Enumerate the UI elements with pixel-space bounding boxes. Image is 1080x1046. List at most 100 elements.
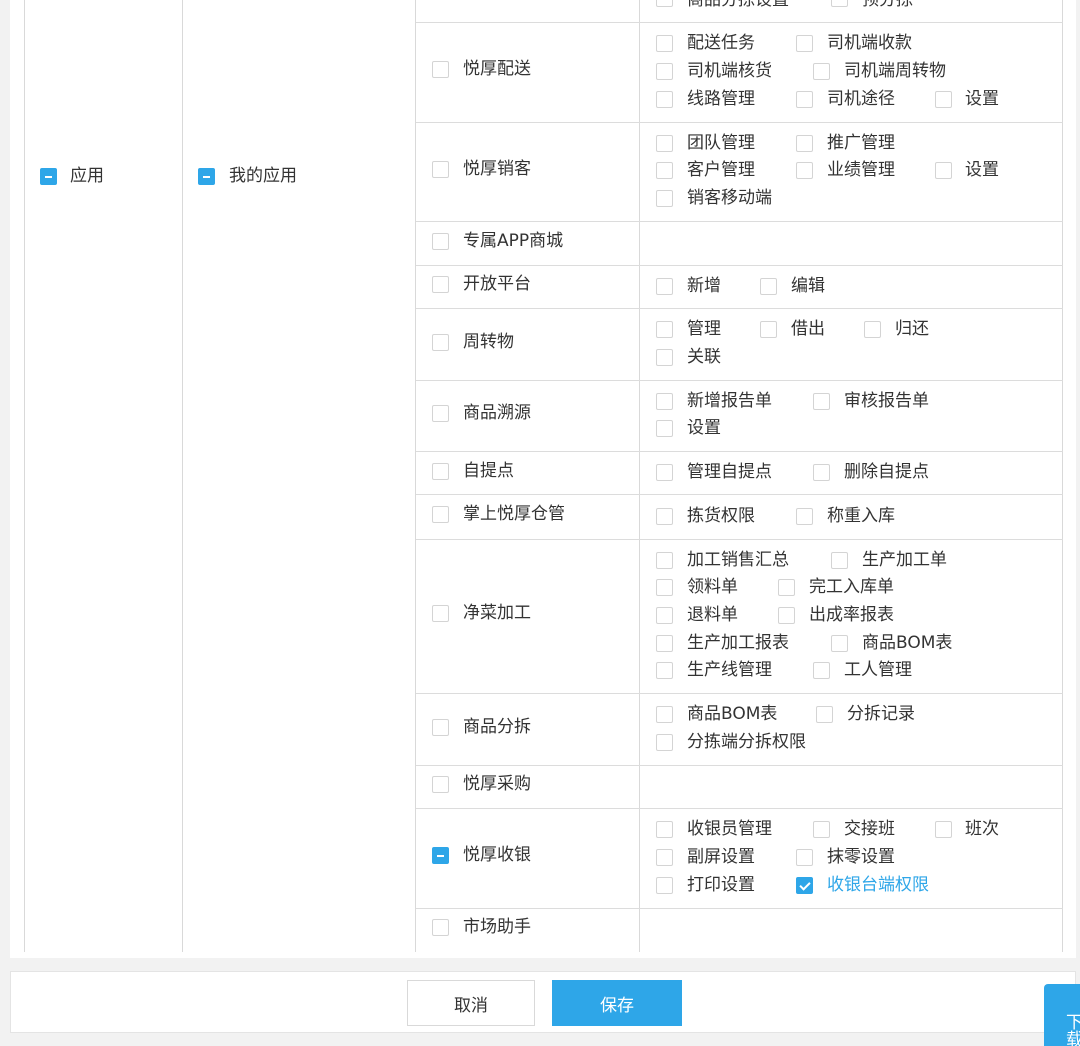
row-divider bbox=[416, 494, 1063, 495]
perm-checkbox[interactable] bbox=[656, 349, 673, 366]
perm-checkbox[interactable] bbox=[656, 35, 673, 52]
perm-checkbox[interactable] bbox=[656, 706, 673, 723]
perm-label: 新增 bbox=[687, 276, 721, 296]
perm-checkbox[interactable] bbox=[656, 464, 673, 481]
perm-checkbox[interactable] bbox=[656, 607, 673, 624]
module-checkbox[interactable] bbox=[432, 334, 449, 351]
perm-label: 设置 bbox=[687, 418, 721, 438]
perm-checkbox[interactable] bbox=[656, 635, 673, 652]
perm-checkbox[interactable] bbox=[656, 321, 673, 338]
category-label-app: 应用 bbox=[70, 166, 104, 186]
perm-checkbox[interactable] bbox=[656, 849, 673, 866]
perm-label: 设置 bbox=[965, 160, 999, 180]
perm-checkbox[interactable] bbox=[796, 35, 813, 52]
row-divider bbox=[416, 380, 1063, 381]
module-checkbox[interactable] bbox=[432, 405, 449, 422]
perm-label: 交接班 bbox=[844, 819, 895, 839]
perm-checkbox[interactable] bbox=[864, 321, 881, 338]
perm-checkbox[interactable] bbox=[760, 278, 777, 295]
perm-checkbox[interactable] bbox=[816, 706, 833, 723]
column-divider bbox=[24, 0, 25, 952]
module-label: 悦厚收银 bbox=[463, 845, 531, 865]
perm-checkbox-checked[interactable] bbox=[796, 877, 813, 894]
module-label: 商品分拆 bbox=[463, 717, 531, 737]
column-divider bbox=[1062, 0, 1063, 952]
perm-checkbox[interactable] bbox=[935, 91, 952, 108]
perm-label: 生产加工单 bbox=[862, 550, 947, 570]
perm-checkbox[interactable] bbox=[656, 135, 673, 152]
perm-checkbox[interactable] bbox=[778, 579, 795, 596]
perm-checkbox[interactable] bbox=[778, 607, 795, 624]
perm-label: 分拣端分拆权限 bbox=[687, 732, 806, 752]
module-checkbox[interactable] bbox=[432, 506, 449, 523]
download-side-tab[interactable]: 下载 bbox=[1044, 984, 1080, 1046]
perm-checkbox[interactable] bbox=[656, 508, 673, 525]
perm-checkbox[interactable] bbox=[656, 877, 673, 894]
module-checkbox[interactable] bbox=[432, 605, 449, 622]
perm-checkbox[interactable] bbox=[656, 162, 673, 179]
perm-checkbox[interactable] bbox=[656, 821, 673, 838]
perm-label: 借出 bbox=[791, 319, 825, 339]
perm-label: 退料单 bbox=[687, 605, 738, 625]
perm-checkbox[interactable] bbox=[760, 321, 777, 338]
perm-checkbox[interactable] bbox=[656, 0, 673, 7]
perm-checkbox[interactable] bbox=[813, 63, 830, 80]
row-divider bbox=[416, 808, 1063, 809]
save-button[interactable]: 保存 bbox=[552, 980, 682, 1026]
category-checkbox-app[interactable] bbox=[40, 168, 57, 185]
row-divider bbox=[416, 908, 1063, 909]
perm-checkbox[interactable] bbox=[656, 63, 673, 80]
perm-checkbox[interactable] bbox=[656, 393, 673, 410]
perm-checkbox[interactable] bbox=[796, 508, 813, 525]
perm-checkbox[interactable] bbox=[796, 162, 813, 179]
perm-checkbox[interactable] bbox=[935, 162, 952, 179]
module-label: 掌上悦厚仓管 bbox=[463, 504, 565, 524]
subcategory-checkbox-my-apps[interactable] bbox=[198, 168, 215, 185]
perm-checkbox[interactable] bbox=[813, 464, 830, 481]
module-label: 悦厚销客 bbox=[463, 159, 531, 179]
cancel-button[interactable]: 取消 bbox=[407, 980, 535, 1026]
module-checkbox[interactable] bbox=[432, 719, 449, 736]
perm-checkbox[interactable] bbox=[656, 579, 673, 596]
perm-checkbox[interactable] bbox=[796, 849, 813, 866]
perm-checkbox[interactable] bbox=[813, 821, 830, 838]
perm-label: 归还 bbox=[895, 319, 929, 339]
module-checkbox[interactable] bbox=[432, 161, 449, 178]
perm-checkbox[interactable] bbox=[796, 135, 813, 152]
perm-checkbox[interactable] bbox=[656, 420, 673, 437]
perm-label: 拣货权限 bbox=[687, 506, 755, 526]
perm-checkbox[interactable] bbox=[831, 0, 848, 7]
perm-label: 业绩管理 bbox=[827, 160, 895, 180]
perm-checkbox[interactable] bbox=[656, 552, 673, 569]
perm-label: 班次 bbox=[965, 819, 999, 839]
perm-label: 工人管理 bbox=[844, 660, 912, 680]
module-label: 净菜加工 bbox=[463, 603, 531, 623]
perm-checkbox[interactable] bbox=[831, 552, 848, 569]
module-checkbox[interactable] bbox=[432, 233, 449, 250]
column-divider bbox=[182, 0, 183, 952]
perm-checkbox[interactable] bbox=[656, 278, 673, 295]
module-checkbox[interactable] bbox=[432, 919, 449, 936]
perm-checkbox[interactable] bbox=[656, 91, 673, 108]
module-checkbox[interactable] bbox=[432, 276, 449, 293]
module-checkbox[interactable] bbox=[432, 847, 449, 864]
perm-checkbox[interactable] bbox=[656, 734, 673, 751]
perm-checkbox[interactable] bbox=[831, 635, 848, 652]
module-label: 商品溯源 bbox=[463, 403, 531, 423]
perm-label: 客户管理 bbox=[687, 160, 755, 180]
perm-checkbox[interactable] bbox=[656, 190, 673, 207]
module-checkbox[interactable] bbox=[432, 463, 449, 480]
perm-label: 团队管理 bbox=[687, 133, 755, 153]
perm-checkbox[interactable] bbox=[935, 821, 952, 838]
perm-checkbox[interactable] bbox=[656, 662, 673, 679]
perm-checkbox[interactable] bbox=[813, 662, 830, 679]
perm-checkbox[interactable] bbox=[796, 91, 813, 108]
module-checkbox[interactable] bbox=[432, 776, 449, 793]
row-divider bbox=[416, 265, 1063, 266]
module-label: 周转物 bbox=[463, 332, 514, 352]
module-checkbox[interactable] bbox=[432, 61, 449, 78]
perm-label: 管理 bbox=[687, 319, 721, 339]
perm-label: 商品分拣设置 bbox=[687, 0, 789, 10]
row-divider bbox=[416, 539, 1063, 540]
perm-checkbox[interactable] bbox=[813, 393, 830, 410]
